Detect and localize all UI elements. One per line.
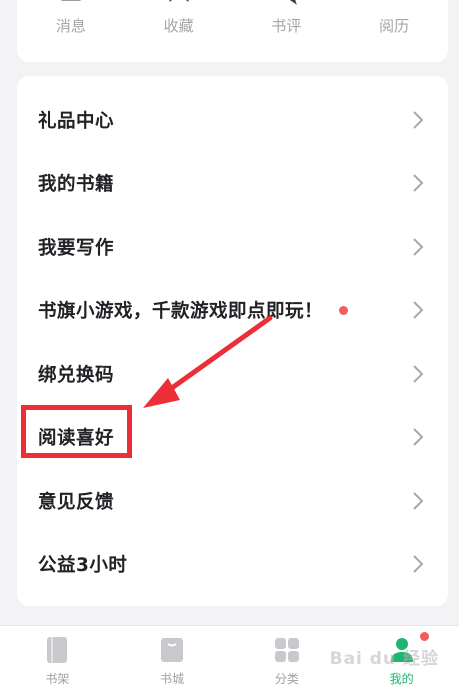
- tab-label: 书架: [45, 672, 70, 686]
- menu-item-write[interactable]: 我要写作: [17, 215, 448, 279]
- tab-label: 分类: [274, 672, 299, 686]
- quick-link-favorites[interactable]: 收藏: [144, 0, 214, 36]
- quick-link-reviews[interactable]: 书评: [251, 0, 321, 36]
- menu-item-label: 公益3小时: [38, 555, 128, 577]
- chevron-right-icon: [413, 111, 424, 129]
- menu-item-label: 意见反馈: [38, 491, 115, 513]
- annotation-highlight-box: [21, 405, 132, 458]
- menu-item-label: 书旗小游戏，千款游戏即点即玩！: [38, 301, 324, 323]
- quick-link-label: 阅历: [379, 17, 410, 35]
- category-grid-icon: [274, 638, 299, 662]
- bookshelf-icon: [47, 637, 68, 663]
- tab-label: 我的: [389, 672, 414, 686]
- tab-bookshelf[interactable]: 书架: [0, 626, 115, 691]
- quick-link-history[interactable]: 阅历: [359, 15, 429, 36]
- menu-card: 礼品中心 我的书籍 我要写作 书旗小游戏，千款游戏即点即玩！ 绑兑换码 阅读喜好…: [17, 76, 448, 606]
- menu-item-label: 我的书籍: [38, 174, 115, 196]
- tab-bookstore[interactable]: 书城: [115, 626, 230, 691]
- chevron-right-icon: [413, 365, 424, 383]
- menu-item-label: 礼品中心: [38, 110, 115, 132]
- tab-category[interactable]: 分类: [230, 626, 345, 691]
- menu-item-label: 我要写作: [38, 237, 115, 259]
- message-icon: [61, 0, 81, 1]
- notification-dot: [420, 632, 429, 641]
- history-icon: [374, 0, 414, 13]
- quick-link-messages[interactable]: 消息: [36, 0, 106, 36]
- menu-item-label: 绑兑换码: [38, 364, 115, 386]
- menu-item-charity[interactable]: 公益3小时: [17, 533, 448, 597]
- quick-link-label: 收藏: [163, 17, 194, 35]
- chevron-right-icon: [413, 174, 424, 192]
- chevron-right-icon: [413, 428, 424, 446]
- chevron-right-icon: [413, 492, 424, 510]
- comment-icon: [290, 0, 298, 5]
- menu-item-redeem-code[interactable]: 绑兑换码: [17, 342, 448, 406]
- tab-label: 书城: [160, 672, 185, 686]
- chevron-right-icon: [413, 301, 424, 319]
- quick-links-card: 消息 收藏 书评 阅历: [17, 0, 448, 62]
- bookstore-icon: [161, 638, 184, 662]
- quick-link-label: 书评: [271, 17, 302, 35]
- notification-dot: [339, 305, 349, 315]
- watermark-text: Bai du 经验: [329, 649, 439, 669]
- menu-item-mini-games[interactable]: 书旗小游戏，千款游戏即点即玩！: [17, 279, 448, 343]
- menu-item-my-books[interactable]: 我的书籍: [17, 152, 448, 216]
- menu-item-feedback[interactable]: 意见反馈: [17, 469, 448, 533]
- quick-link-label: 消息: [55, 17, 86, 35]
- bookmark-icon: [169, 0, 189, 2]
- chevron-right-icon: [413, 555, 424, 573]
- menu-item-gift-center[interactable]: 礼品中心: [17, 88, 448, 152]
- chevron-right-icon: [413, 238, 424, 256]
